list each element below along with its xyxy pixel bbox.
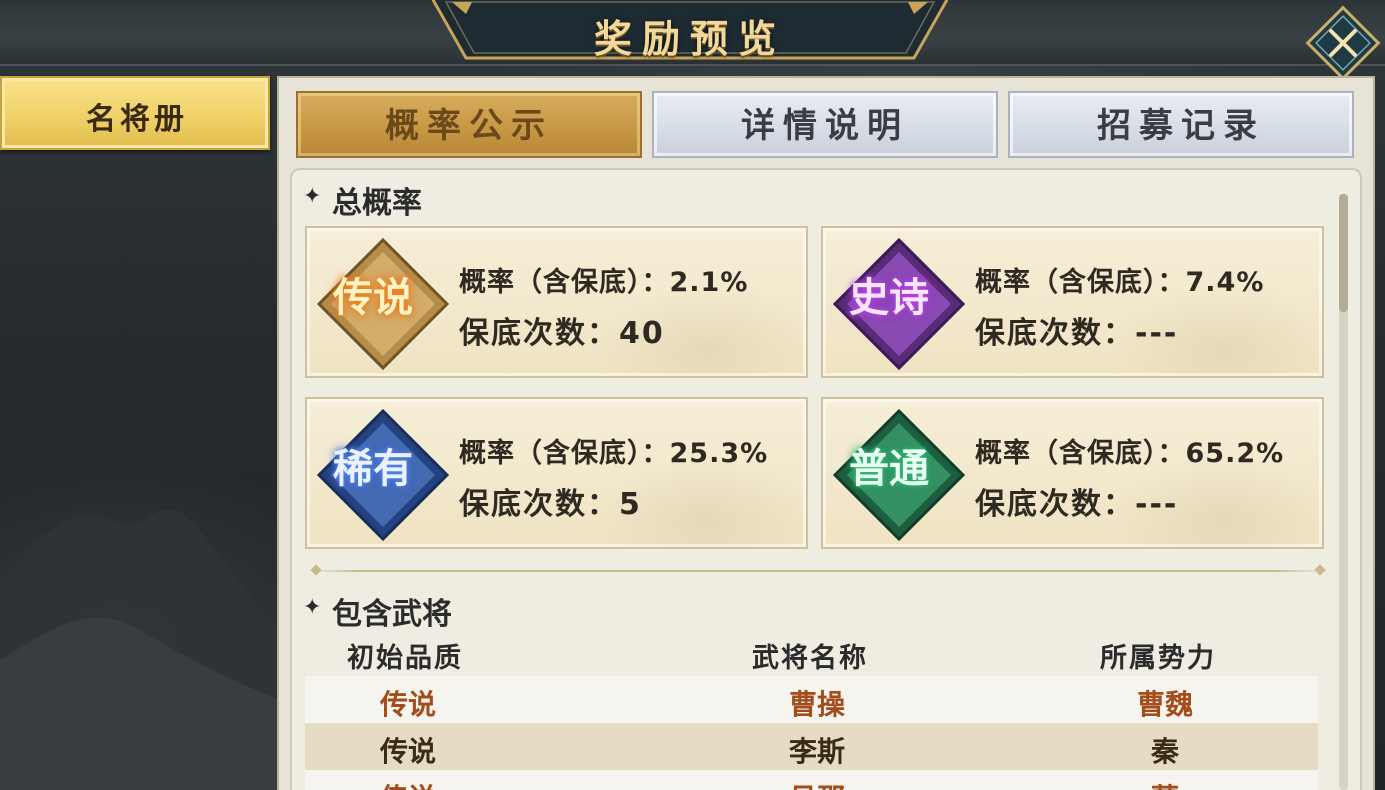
cell-faction: 曹魏 (1136, 688, 1193, 721)
tab-details[interactable]: 详情说明 (652, 91, 998, 158)
rate-text: 概率（含保底）：65.2% (975, 438, 1285, 469)
tab-records[interactable]: 招募记录 (1008, 91, 1354, 158)
cell-name: 吕邵 (717, 777, 917, 790)
cell-quality: 传说 (379, 735, 436, 768)
sidebar-tab-famous-generals[interactable]: 名将册 (0, 76, 270, 150)
table-row[interactable]: 传说 曹操 曹魏 (305, 676, 1318, 723)
close-button[interactable] (1302, 2, 1384, 84)
mountain-art (0, 509, 280, 790)
star-icon: ✦ (303, 595, 322, 620)
badge-label-epic: 史诗 (849, 274, 929, 321)
sidebar-tab-label: 名将册 (86, 102, 188, 137)
badge-label-rare: 稀有 (333, 445, 413, 492)
badge-label-common: 普通 (849, 445, 929, 492)
column-header-faction: 所属势力 (1100, 643, 1216, 674)
cell-faction: 蒙 (1065, 777, 1265, 790)
star-icon: ✦ (303, 184, 322, 209)
rate-text: 概率（含保底）：2.1% (459, 267, 749, 298)
scroll-thumb[interactable] (1339, 194, 1348, 312)
cell-name: 曹操 (788, 688, 845, 721)
tab-label: 招募记录 (1097, 106, 1265, 146)
cell-quality: 传说 (308, 777, 508, 790)
column-header-name: 武将名称 (752, 643, 868, 674)
scrollbar[interactable] (1339, 194, 1348, 790)
column-header-quality: 初始品质 (347, 643, 463, 674)
pity-count-text: 保底次数：40 (459, 316, 665, 351)
tab-label: 概率公示 (385, 106, 553, 146)
section-title-generals: 包含武将 (332, 597, 452, 632)
rate-text: 概率（含保底）：25.3% (459, 438, 769, 469)
pity-count-text: 保底次数：5 (459, 487, 642, 522)
page-title: 奖励预览 (593, 16, 786, 61)
tab-label: 详情说明 (741, 106, 909, 146)
cell-faction: 秦 (1150, 735, 1179, 768)
pity-count-text: 保底次数：--- (975, 487, 1179, 522)
cell-name: 李斯 (788, 735, 845, 768)
rate-text: 概率（含保底）：7.4% (975, 267, 1265, 298)
table-row[interactable]: 传说 李斯 秦 (305, 723, 1318, 770)
section-title-total-rate: 总概率 (332, 186, 422, 221)
tab-probability[interactable]: 概率公示 (296, 91, 642, 158)
badge-label-legendary: 传说 (333, 274, 413, 321)
table-row[interactable]: 传说 吕邵 蒙 (305, 770, 1318, 790)
section-divider (310, 570, 1325, 572)
pity-count-text: 保底次数：--- (975, 316, 1179, 351)
cell-quality: 传说 (379, 688, 436, 721)
